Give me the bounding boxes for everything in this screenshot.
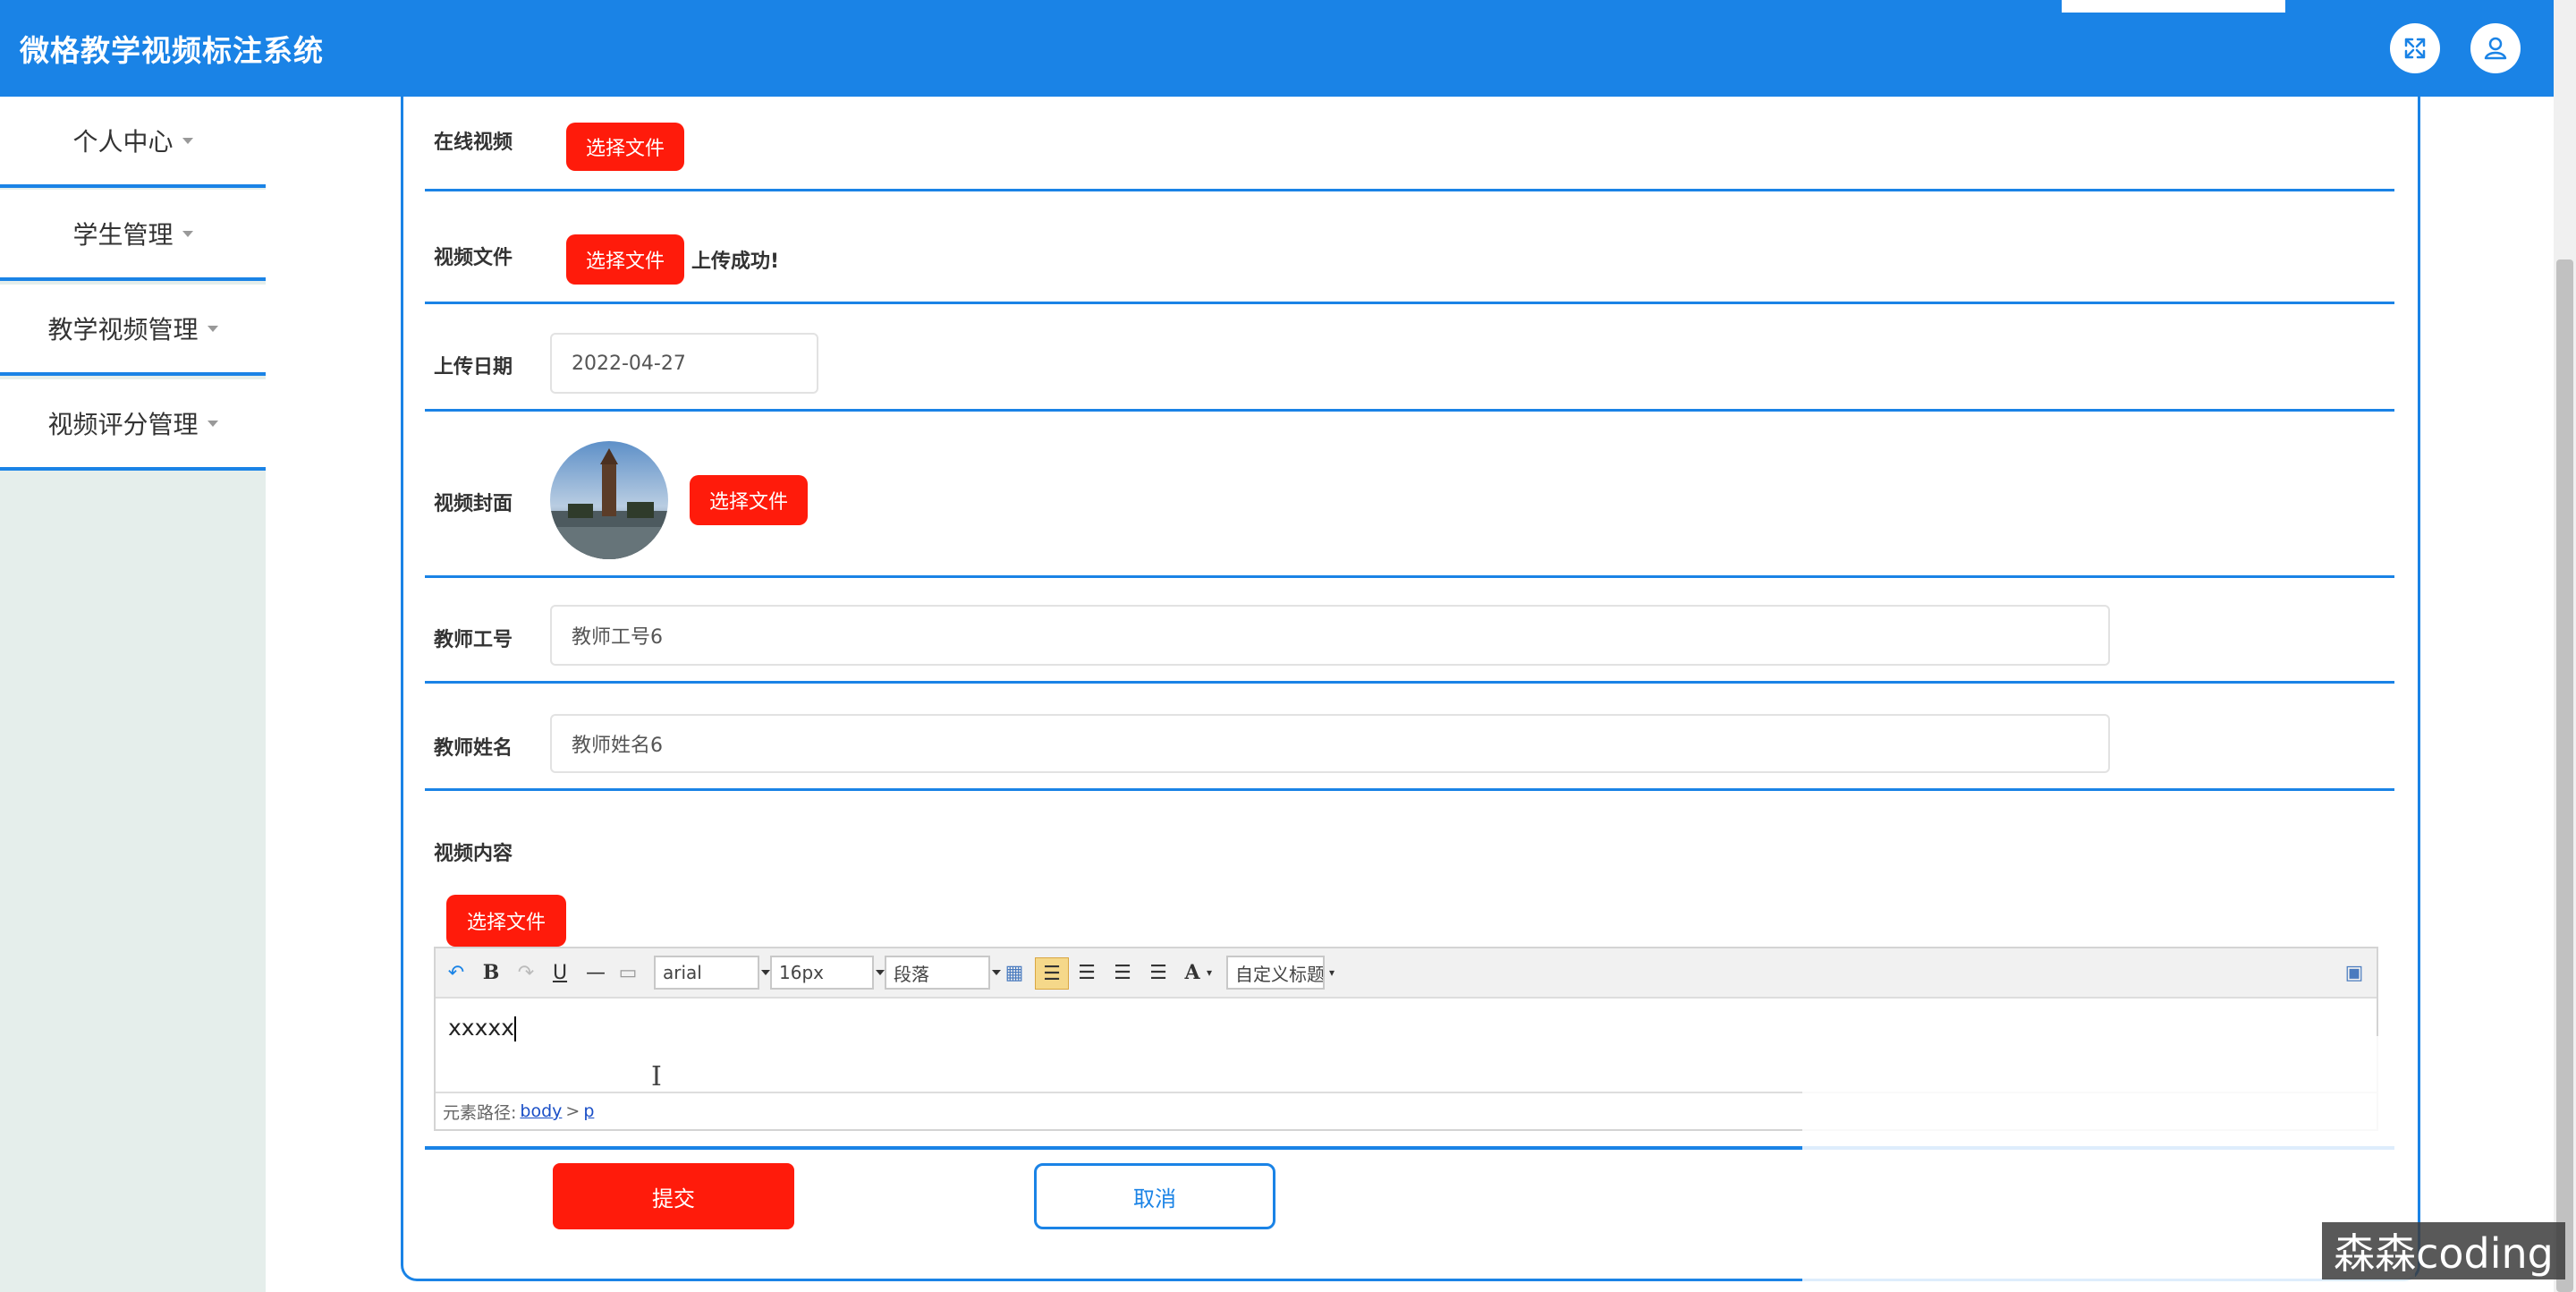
online-video-file-button[interactable]: 选择文件: [566, 123, 684, 171]
upload-date-input[interactable]: 2022-04-27: [550, 333, 818, 394]
field-label: 教师姓名: [434, 737, 513, 760]
top-header: 微格教学视频标注系统: [0, 0, 2554, 97]
path-link-body[interactable]: body: [520, 1101, 562, 1121]
sidebar-item-personal-center[interactable]: 个人中心: [0, 97, 266, 188]
ime-toolbar: [2062, 0, 2285, 13]
field-label: 视频内容: [434, 843, 513, 865]
watermark: 森森coding: [2322, 1222, 2565, 1279]
caret-down-icon: [182, 230, 193, 237]
table-icon[interactable]: ▦: [1001, 957, 1028, 988]
underline-button[interactable]: U: [547, 957, 573, 988]
content-file-button[interactable]: 选择文件: [446, 895, 566, 947]
editor-toolbar: ↶ B ↷ U — ▭ arial 16px 段落 ▦ ☰ ☰ ☰ ☰ A ▾ …: [436, 948, 2377, 999]
field-label: 视频封面: [434, 493, 513, 515]
sidebar-item-score-management[interactable]: 视频评分管理: [0, 379, 266, 471]
upload-status-text: 上传成功!: [691, 251, 780, 273]
caret-down-icon: [207, 420, 218, 427]
font-family-value: arial: [663, 962, 702, 983]
form-row-upload-date: 上传日期 2022-04-27: [425, 304, 2394, 412]
field-label: 上传日期: [434, 356, 513, 378]
redo-icon[interactable]: ↷: [513, 957, 539, 988]
video-file-button[interactable]: 选择文件: [566, 234, 684, 285]
align-justify-icon[interactable]: ☰: [1144, 957, 1173, 988]
user-icon: [2484, 37, 2507, 60]
sidebar-item-student-management[interactable]: 学生管理: [0, 190, 266, 281]
editor-content[interactable]: xxxxx: [448, 1015, 516, 1041]
custom-title-value: 自定义标题: [1235, 963, 1325, 985]
undo-icon[interactable]: ↶: [443, 957, 470, 988]
sidebar-item-video-management[interactable]: 教学视频管理: [0, 285, 266, 376]
caret-down-icon: [207, 325, 218, 332]
caret-down-icon: [182, 137, 193, 144]
preview-icon[interactable]: ▣: [2341, 957, 2368, 988]
paragraph-value: 段落: [894, 963, 929, 985]
form-row-cover: 视频封面 选择文件: [425, 412, 2394, 578]
font-color-button[interactable]: A: [1180, 957, 1205, 988]
teacher-id-input[interactable]: 教师工号6: [550, 605, 2110, 666]
fullscreen-button[interactable]: [2390, 23, 2440, 73]
custom-title-arrow-icon[interactable]: ▾: [1326, 957, 1337, 988]
path-link-p[interactable]: p: [583, 1101, 594, 1121]
custom-title-select[interactable]: 自定义标题: [1226, 956, 1325, 990]
field-label: 视频文件: [434, 247, 513, 269]
expand-icon: [2404, 38, 2426, 59]
align-left-icon[interactable]: ☰: [1035, 957, 1069, 990]
paragraph-select[interactable]: 段落: [885, 956, 990, 990]
element-path-label: 元素路径:: [443, 1102, 517, 1123]
field-label: 在线视频: [434, 132, 513, 154]
cover-file-button[interactable]: 选择文件: [690, 475, 808, 525]
form-row-teacher-id: 教师工号 教师工号6: [425, 578, 2394, 684]
text-caret: [513, 1016, 516, 1041]
font-family-select[interactable]: arial: [654, 956, 759, 990]
form-row-online-video: 在线视频 选择文件: [425, 97, 2394, 191]
field-label: 教师工号: [434, 629, 513, 651]
horizontal-rule-icon[interactable]: —: [582, 957, 609, 988]
form-row-teacher-name: 教师姓名 教师姓名6: [425, 684, 2394, 791]
sidebar-item-label: 学生管理: [72, 220, 174, 250]
font-size-value: 16px: [779, 962, 824, 983]
sidebar-item-label: 教学视频管理: [47, 315, 199, 344]
font-color-arrow-icon[interactable]: ▾: [1203, 957, 1216, 988]
sidebar-item-label: 个人中心: [72, 127, 174, 157]
align-right-icon[interactable]: ☰: [1072, 957, 1101, 988]
scrollbar-thumb[interactable]: [2556, 259, 2573, 1292]
app-title: 微格教学视频标注系统: [20, 33, 324, 68]
submit-button[interactable]: 提交: [553, 1163, 794, 1229]
paste-text-icon[interactable]: ▭: [614, 957, 641, 988]
text-cursor-icon: I: [651, 1061, 662, 1092]
editor-text: xxxxx: [448, 1015, 514, 1041]
path-separator: >: [565, 1101, 580, 1121]
sidebar-item-label: 视频评分管理: [47, 410, 199, 439]
font-size-select[interactable]: 16px: [770, 956, 874, 990]
bold-button[interactable]: B: [479, 957, 504, 988]
cancel-button[interactable]: 取消: [1034, 1163, 1275, 1229]
cover-image: [550, 441, 668, 559]
align-center-icon[interactable]: ☰: [1108, 957, 1137, 988]
form-row-video-file: 视频文件 选择文件 上传成功!: [425, 191, 2394, 304]
teacher-name-input[interactable]: 教师姓名6: [550, 714, 2110, 773]
user-button[interactable]: [2470, 23, 2521, 73]
